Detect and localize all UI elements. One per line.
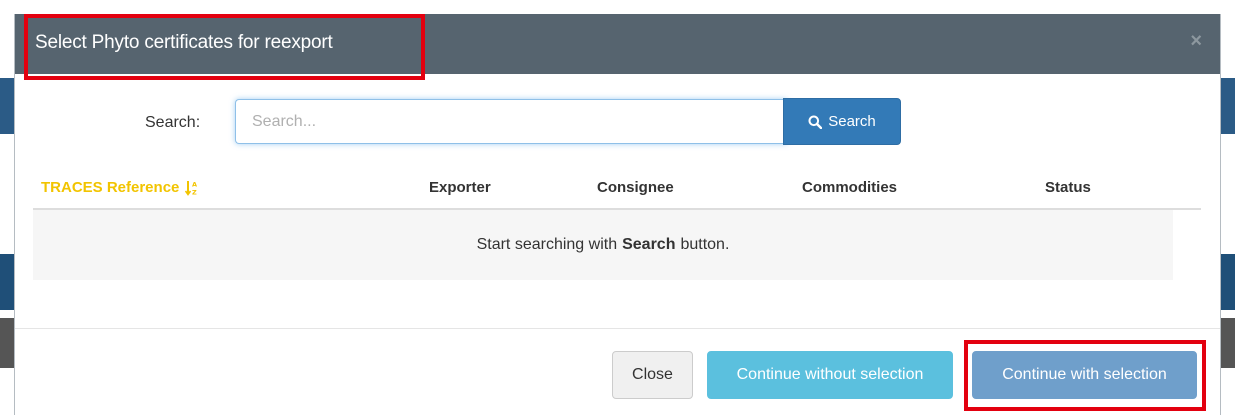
close-icon[interactable]: × [1190, 30, 1202, 53]
title-highlight-box [24, 14, 425, 80]
select-phyto-modal: Select Phyto certificates for reexport ×… [14, 14, 1221, 415]
column-header-consignee[interactable]: Consignee [597, 179, 674, 196]
close-button[interactable]: Close [612, 351, 693, 399]
column-header-traces-reference[interactable]: TRACES Reference A Z [41, 179, 197, 196]
search-label: Search: [145, 114, 201, 131]
column-header-label: TRACES Reference [41, 179, 180, 196]
modal-footer-divider [15, 328, 1220, 329]
sort-alpha-asc-icon: A Z [185, 180, 197, 196]
column-header-status[interactable]: Status [1045, 179, 1091, 196]
svg-text:Z: Z [192, 188, 197, 196]
background-page-right-edge [1221, 0, 1235, 415]
search-button-label: Search [828, 113, 876, 130]
column-header-exporter[interactable]: Exporter [429, 179, 491, 196]
empty-message-before: Start searching with [476, 236, 618, 253]
continue-without-selection-button[interactable]: Continue without selection [707, 351, 953, 399]
empty-message-emphasis: Search [622, 236, 676, 253]
empty-message-after: button. [680, 236, 730, 253]
search-icon [808, 115, 823, 129]
continue-highlight-box [964, 340, 1206, 411]
search-button[interactable]: Search [783, 98, 901, 145]
search-input[interactable] [235, 99, 787, 144]
column-header-commodities[interactable]: Commodities [802, 179, 897, 196]
svg-text:A: A [192, 180, 197, 188]
empty-table-message: Start searching with Search button. [33, 210, 1173, 280]
background-page-left-edge [0, 0, 14, 415]
